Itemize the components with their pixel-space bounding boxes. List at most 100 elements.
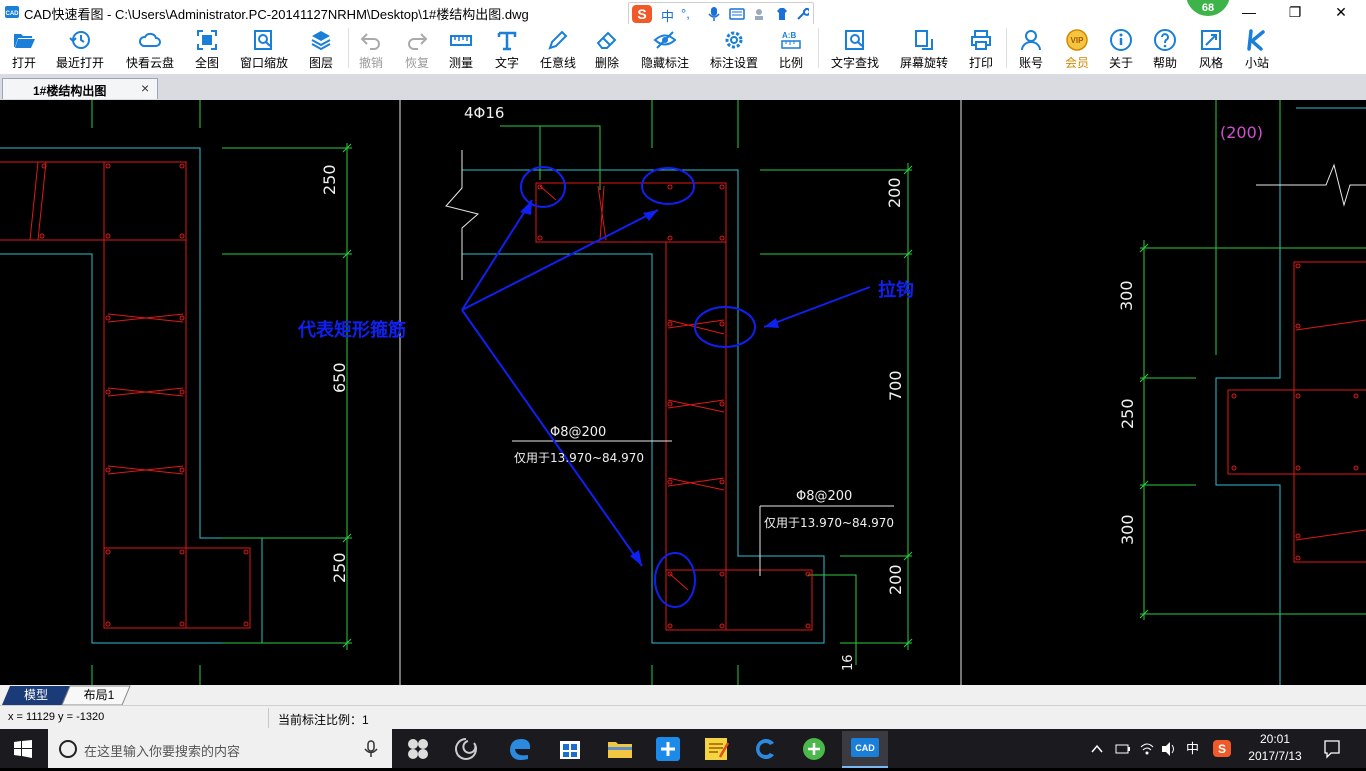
score-badge[interactable]: 68: [1186, 0, 1230, 16]
stirrup-spec-1: Φ8@200: [550, 425, 606, 440]
minimize-button[interactable]: —: [1226, 0, 1272, 24]
settings-gear-icon: [725, 31, 743, 49]
store-icon[interactable]: [550, 733, 590, 764]
sogou-browser-icon[interactable]: [746, 733, 786, 764]
add-app-icon[interactable]: [648, 733, 688, 764]
microphone-icon[interactable]: [707, 6, 721, 22]
redo-button[interactable]: 恢复: [400, 26, 434, 72]
tab-document[interactable]: 1#楼结构出图 ×: [2, 78, 158, 99]
close-tab-icon[interactable]: ×: [141, 80, 149, 96]
printer-icon: [971, 30, 991, 50]
microphone-icon[interactable]: [364, 740, 378, 758]
cad-canvas[interactable]: 250 650 250 4Φ16 200 700 200 Φ8@200 仅用于1…: [0, 100, 1366, 685]
freeline-button[interactable]: 任意线: [536, 26, 580, 72]
main-toolbar: 打开 最近打开 快看云盘 全图 窗口缩放 图层 撤销 恢复 测量 文字 任意线: [0, 24, 1366, 75]
status-bar: x = 11129 y = -1320 当前标注比例：1: [0, 705, 1366, 730]
title-bar: CAD CAD快速看图 - C:\Users\Administrator.PC-…: [0, 0, 1366, 26]
wrench-icon[interactable]: [795, 7, 809, 21]
cad-viewer-taskbar-icon[interactable]: CAD: [842, 731, 888, 768]
member-button[interactable]: VIP 会员: [1060, 26, 1094, 72]
layers-icon: [311, 31, 331, 51]
cloud-button[interactable]: 快看云盘: [122, 26, 178, 72]
annotation-rect-stirrup: 代表矩形箍筋: [297, 319, 406, 341]
left-rebar-cage: [0, 161, 251, 629]
maximize-button[interactable]: ❐: [1272, 0, 1318, 24]
stirrup-range-2: 仅用于13.970~84.970: [764, 516, 894, 530]
annotation-tie: 拉钩: [878, 279, 914, 301]
taskbar-clock[interactable]: 20:01 2017/7/13: [1240, 731, 1310, 765]
undo-button[interactable]: 撤销: [354, 26, 388, 72]
sogou-tray-icon[interactable]: S: [1212, 729, 1232, 768]
battery-icon[interactable]: [1114, 729, 1132, 768]
user-tools-icon[interactable]: [753, 7, 769, 21]
edge-browser-icon[interactable]: [500, 733, 540, 764]
clock-time: 20:01: [1259, 732, 1291, 746]
recent-button[interactable]: 最近打开: [52, 26, 108, 72]
windows-start-icon[interactable]: [14, 740, 32, 758]
tray-chevron-icon[interactable]: [1090, 729, 1104, 768]
window-zoom-button[interactable]: 窗口缩放: [236, 26, 292, 72]
text-button[interactable]: 文字: [490, 26, 524, 72]
station-button[interactable]: 小站: [1240, 26, 1274, 72]
sogou-icon[interactable]: S: [631, 4, 653, 24]
notes-app-icon[interactable]: [696, 733, 736, 764]
right-break-line: [1256, 163, 1366, 207]
tab-model[interactable]: 模型: [12, 686, 60, 704]
measure-button[interactable]: 测量: [444, 26, 478, 72]
layers-button[interactable]: 图层: [304, 26, 338, 72]
right-rebar-cage: [1227, 261, 1366, 563]
svg-text:S: S: [1218, 742, 1226, 756]
scale-ab-icon: A:B: [781, 31, 801, 49]
cursor-coordinates: x = 11129 y = -1320: [8, 711, 105, 723]
open-button[interactable]: 打开: [4, 26, 44, 72]
undo-icon: [360, 33, 380, 50]
screen-rotate-button[interactable]: 屏幕旋转: [896, 26, 952, 72]
hide-marks-button[interactable]: 隐藏标注: [638, 26, 692, 72]
ime-toolbar[interactable]: S 中 °,: [628, 2, 814, 26]
close-button[interactable]: ✕: [1318, 0, 1364, 24]
scale-button[interactable]: A:B 比例: [774, 26, 808, 72]
delete-button[interactable]: 删除: [590, 26, 624, 72]
green-app-icon[interactable]: [794, 733, 834, 764]
dim-text-650: 650: [330, 362, 349, 393]
cad-app-icon: CAD: [5, 6, 19, 18]
mark-settings-button[interactable]: 标注设置: [706, 26, 762, 72]
about-button[interactable]: 关于: [1104, 26, 1138, 72]
view-borders: [399, 100, 962, 685]
annotation-arrowheads: [520, 200, 779, 566]
search-placeholder: 在这里输入你要搜索的内容: [84, 744, 241, 759]
user-icon: [1021, 30, 1041, 51]
ime-mode-label[interactable]: 中: [661, 6, 674, 25]
partial-dim-text: 16: [841, 654, 856, 671]
dim-text-250-bottom: 250: [330, 552, 349, 583]
window-title: CAD快速看图 - C:\Users\Administrator.PC-2014…: [24, 7, 529, 22]
print-button[interactable]: 打印: [964, 26, 998, 72]
skin-icon[interactable]: [775, 7, 789, 21]
help-button[interactable]: 帮助: [1148, 26, 1182, 72]
svg-text:CAD: CAD: [855, 743, 875, 753]
notification-icon[interactable]: [1322, 729, 1342, 768]
tray-ime-indicator[interactable]: 中: [1186, 729, 1199, 768]
cloud-icon: [138, 32, 161, 47]
vip-icon: VIP: [1066, 29, 1088, 51]
taskbar-app-cluster-icon[interactable]: [398, 733, 438, 764]
text-search-button[interactable]: 文字查找: [826, 26, 884, 72]
account-button[interactable]: 账号: [1014, 26, 1048, 72]
right-wall-outline: [1215, 100, 1366, 685]
ime-punct-icon[interactable]: °,: [681, 6, 690, 21]
help-icon: [1154, 29, 1176, 51]
cad-drawing[interactable]: 250 650 250 4Φ16 200 700 200 Φ8@200 仅用于1…: [0, 100, 1366, 685]
stirrup-spec-2: Φ8@200: [796, 489, 852, 504]
keyboard-icon[interactable]: [729, 7, 745, 21]
taskbar-swirl-app-icon[interactable]: [446, 733, 486, 764]
text-icon: [497, 31, 517, 51]
rotate-screen-icon: [915, 30, 933, 50]
full-view-button[interactable]: 全图: [190, 26, 224, 72]
wifi-icon[interactable]: [1138, 729, 1156, 768]
taskbar-search-box[interactable]: 在这里输入你要搜索的内容: [48, 729, 392, 768]
volume-icon[interactable]: [1160, 729, 1178, 768]
style-button[interactable]: 风格: [1194, 26, 1228, 72]
tab-layout1[interactable]: 布局1: [74, 686, 124, 704]
file-explorer-icon[interactable]: [600, 733, 640, 764]
current-scale: 当前标注比例：1: [278, 713, 369, 727]
